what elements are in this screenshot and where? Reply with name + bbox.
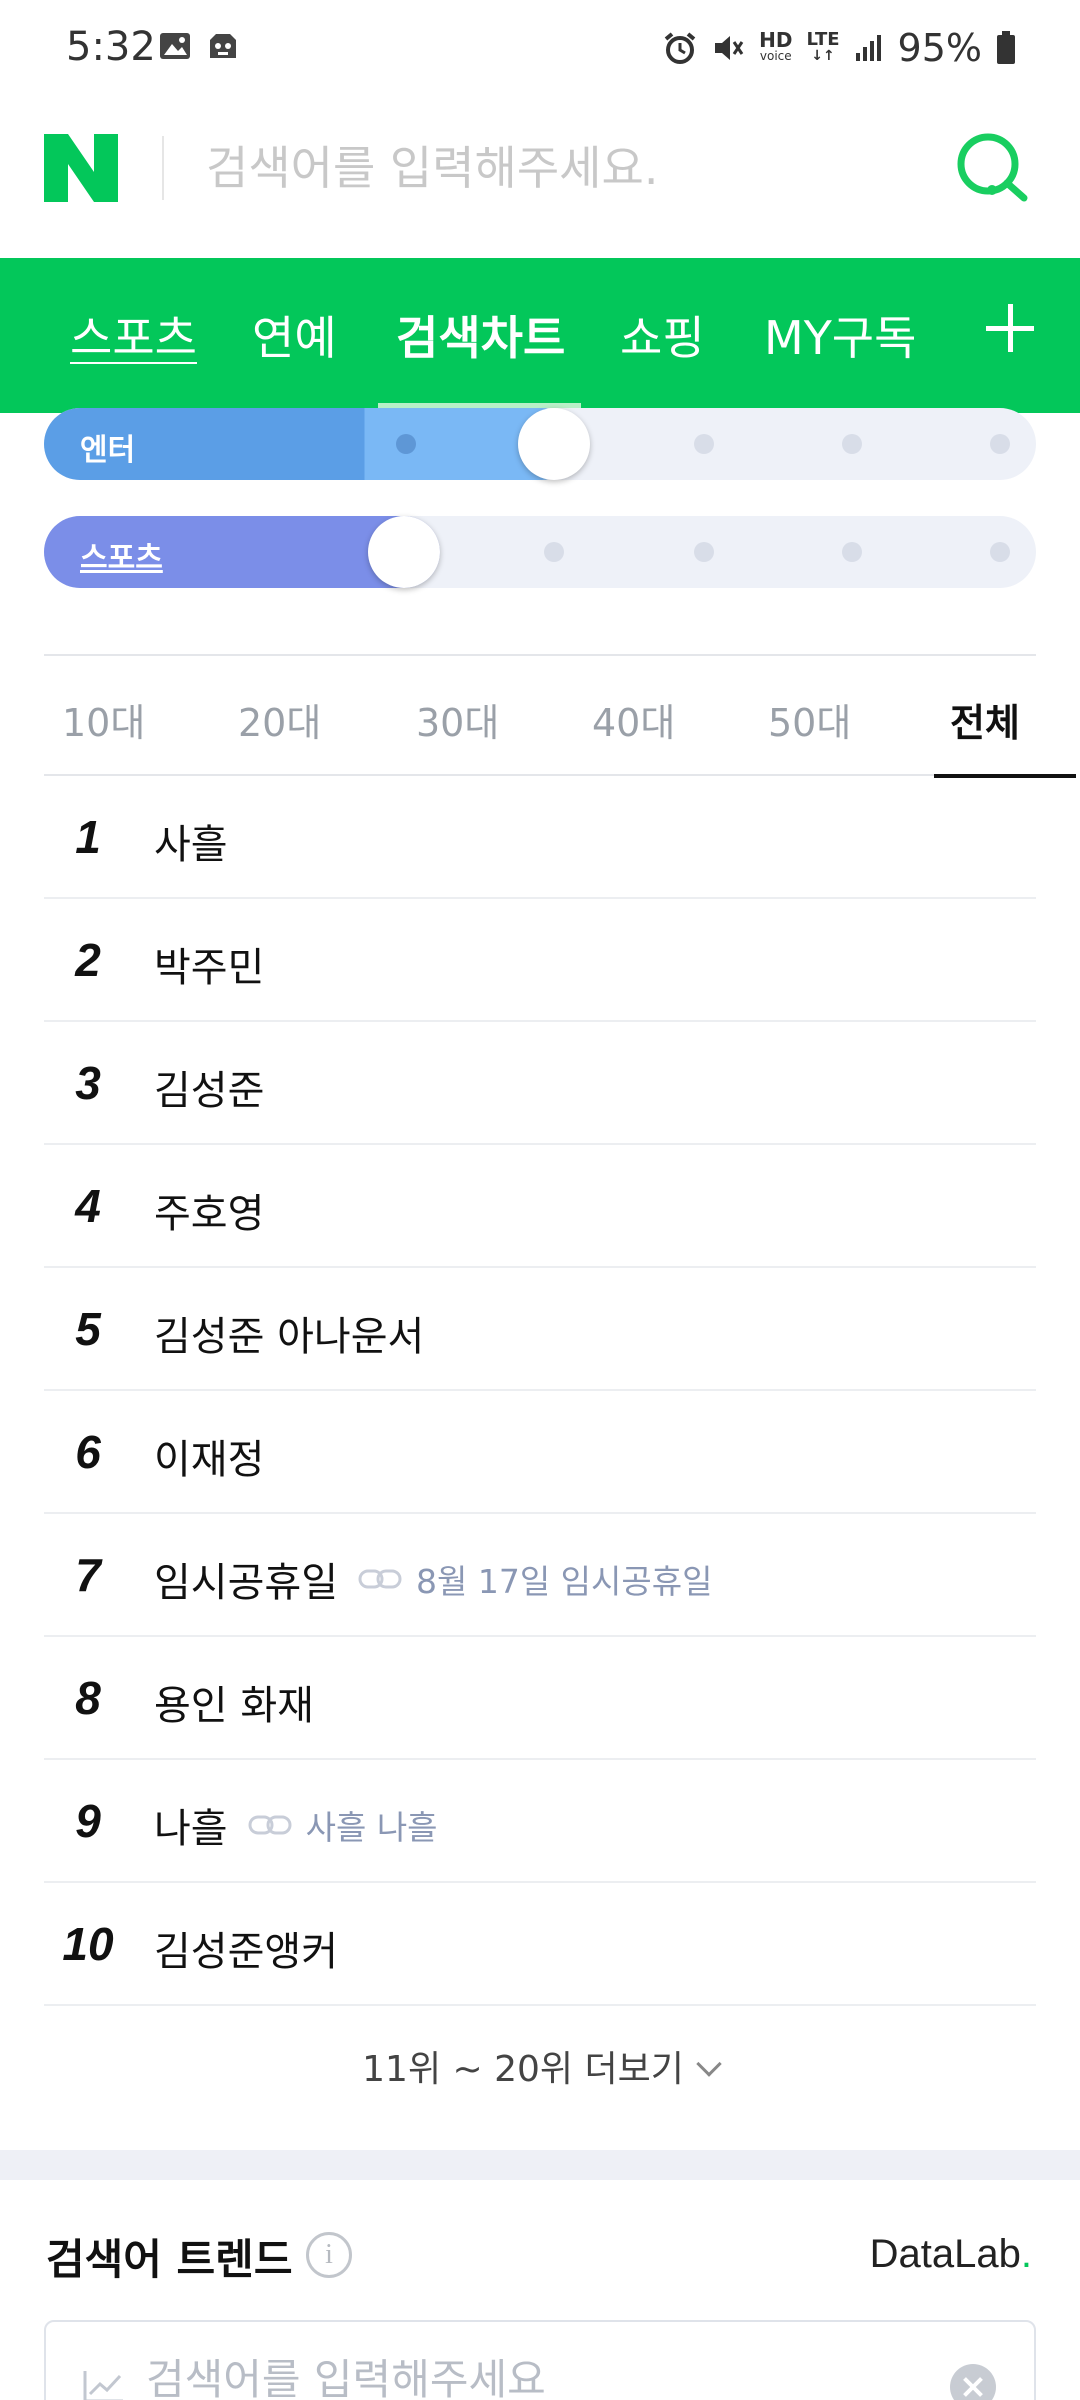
rank-keyword: 주호영 xyxy=(154,1191,265,1237)
table-row[interactable]: 2 박주민 xyxy=(44,899,1036,1022)
tab-my-subscription[interactable]: MY구독 xyxy=(764,302,916,368)
search-icon[interactable] xyxy=(952,128,1032,208)
tab-shopping[interactable]: 쇼핑 xyxy=(620,302,705,368)
more-button[interactable]: 11위 ~ 20위 더보기 xyxy=(0,2040,1080,2092)
rank-keyword: 나흘 xyxy=(154,1806,228,1852)
signal-icon xyxy=(855,35,881,61)
status-right: HD voice LTE ↓↑ 95% xyxy=(663,26,1016,70)
table-row[interactable]: 7 임시공휴일 8월 17일 임시공휴일 xyxy=(44,1514,1036,1637)
table-row[interactable]: 10 김성준앵커 xyxy=(44,1883,1036,2006)
rank-keyword: 박주민 xyxy=(154,945,265,991)
rank-number: 10 xyxy=(62,1918,114,1970)
rank-number: 1 xyxy=(75,811,101,863)
gallery-icon xyxy=(160,33,190,59)
datalab-logo[interactable]: DataLab. xyxy=(870,2232,1032,2277)
rank-number: 5 xyxy=(75,1303,101,1355)
trend-search-input[interactable] xyxy=(146,2344,906,2400)
battery-percent: 95% xyxy=(897,26,982,70)
rank-keyword: 김성준 아나운서 xyxy=(154,1314,425,1360)
main-nav: 스포츠 연예 검색차트 쇼핑 MY구독 xyxy=(0,258,1080,413)
tab-age-40[interactable]: 40대 xyxy=(592,692,675,747)
tab-age-50[interactable]: 50대 xyxy=(768,692,851,747)
ranking-list: 1 사흘 2 박주민 3 김성준 4 주호영 5 김성준 아나운서 6 이재정 … xyxy=(44,776,1036,2006)
slider-dot xyxy=(842,542,862,562)
slider-dot xyxy=(694,542,714,562)
slider-dot xyxy=(544,542,564,562)
table-row[interactable]: 5 김성준 아나운서 xyxy=(44,1268,1036,1391)
add-tab-icon[interactable] xyxy=(986,304,1034,352)
rank-keyword: 임시공휴일 xyxy=(154,1560,338,1606)
table-row[interactable]: 9 나흘 사흘 나흘 xyxy=(44,1760,1036,1883)
age-tabs: 10대 20대 30대 40대 50대 전체 xyxy=(44,654,1076,778)
naver-logo[interactable] xyxy=(44,134,118,202)
related-keyword[interactable]: 사흘 나흘 xyxy=(306,1801,438,1849)
table-row[interactable]: 8 용인 화재 xyxy=(44,1637,1036,1760)
link-icon xyxy=(248,1815,292,1835)
alarm-icon xyxy=(664,32,696,64)
rank-keyword: 김성준 xyxy=(154,1068,265,1114)
slider-dot xyxy=(990,434,1010,454)
slider-thumb[interactable] xyxy=(368,516,440,588)
rank-keyword: 사흘 xyxy=(154,822,228,868)
rank-number: 9 xyxy=(75,1795,101,1847)
table-row[interactable]: 3 김성준 xyxy=(44,1022,1036,1145)
tab-age-all[interactable]: 전체 xyxy=(950,692,1020,747)
slider-sports[interactable]: 스포츠 xyxy=(44,516,1036,588)
tab-search-chart[interactable]: 검색차트 xyxy=(396,302,565,368)
rank-number: 7 xyxy=(75,1549,101,1601)
slider-dot xyxy=(694,434,714,454)
datalab-dot: . xyxy=(1020,2232,1032,2276)
mute-icon xyxy=(715,36,744,60)
search-divider xyxy=(162,136,164,200)
tab-age-20[interactable]: 20대 xyxy=(238,692,321,747)
rank-number: 8 xyxy=(75,1672,101,1724)
rank-number: 6 xyxy=(75,1426,101,1478)
search-input[interactable] xyxy=(206,128,926,208)
slider-dot xyxy=(990,542,1010,562)
slider-entertainment[interactable]: 엔터 xyxy=(44,408,1036,480)
rank-keyword: 이재정 xyxy=(154,1437,265,1483)
tab-entertainment[interactable]: 연예 xyxy=(252,302,337,368)
datalab-text: DataLab xyxy=(869,2232,1021,2276)
table-row[interactable]: 1 사흘 xyxy=(44,776,1036,899)
rank-keyword: 용인 화재 xyxy=(154,1683,314,1729)
clear-icon[interactable] xyxy=(950,2364,996,2400)
tab-age-30[interactable]: 30대 xyxy=(416,692,499,747)
more-label: 11위 ~ 20위 더보기 xyxy=(362,2049,684,2090)
trend-search-box xyxy=(44,2320,1036,2400)
rank-number: 3 xyxy=(75,1057,101,1109)
slider-thumb[interactable] xyxy=(518,408,590,480)
slider-label: 엔터 xyxy=(80,433,136,468)
tab-sports[interactable]: 스포츠 xyxy=(70,302,197,368)
link-icon xyxy=(358,1569,402,1589)
rank-number: 4 xyxy=(75,1180,101,1232)
status-bar: 5:32 HD voice LTE ↓↑ 95% xyxy=(0,0,1080,100)
trend-chart-icon xyxy=(83,2371,123,2400)
table-row[interactable]: 6 이재정 xyxy=(44,1391,1036,1514)
tab-age-10[interactable]: 10대 xyxy=(62,692,145,747)
status-time: 5:32 xyxy=(66,24,156,70)
rank-number: 2 xyxy=(75,934,101,986)
section-divider xyxy=(0,2150,1080,2180)
game-icon xyxy=(210,34,236,58)
chevron-down-icon xyxy=(696,2051,722,2077)
battery-icon xyxy=(997,31,1015,64)
info-icon[interactable]: i xyxy=(306,2232,352,2278)
hd-voice-icon: HD voice xyxy=(759,28,793,63)
search-header xyxy=(0,100,1080,258)
slider-dot xyxy=(396,434,416,454)
lte-icon: LTE ↓↑ xyxy=(806,29,840,65)
slider-label: 스포츠 xyxy=(80,541,163,576)
table-row[interactable]: 4 주호영 xyxy=(44,1145,1036,1268)
rank-keyword: 김성준앵커 xyxy=(154,1929,338,1975)
related-keyword[interactable]: 8월 17일 임시공휴일 xyxy=(416,1555,713,1603)
slider-dot xyxy=(842,434,862,454)
trend-title: 검색어 트렌드 xyxy=(46,2235,293,2284)
